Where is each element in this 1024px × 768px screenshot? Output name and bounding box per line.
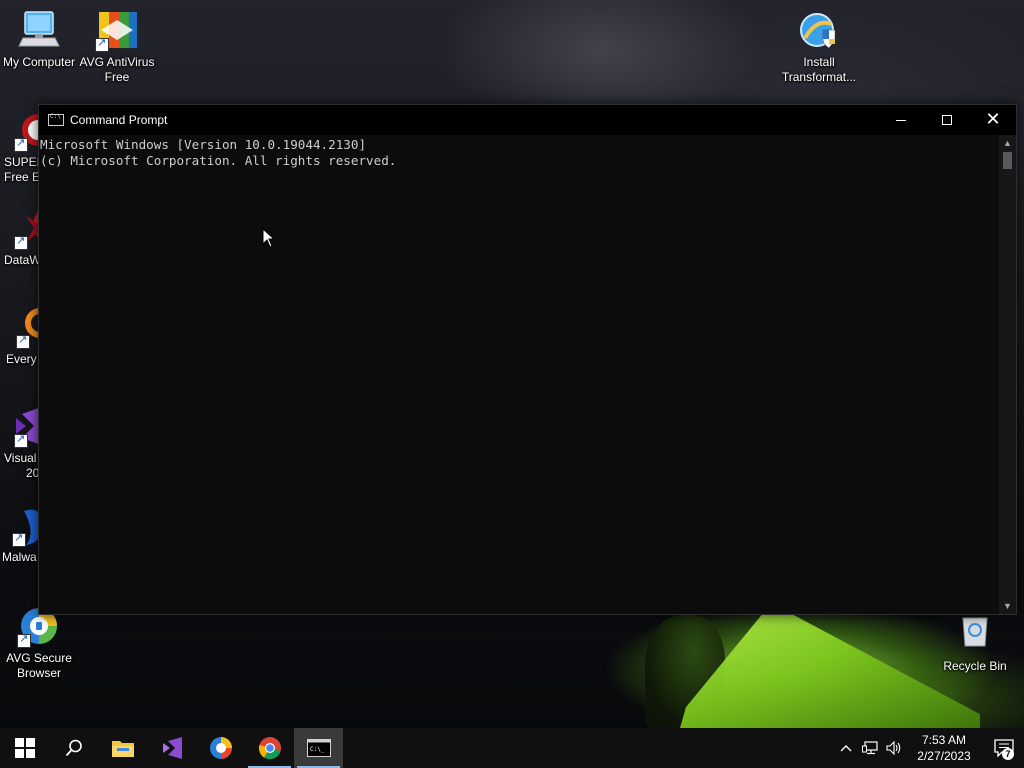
- avg-antivirus-icon: [95, 8, 139, 52]
- desktop-icon-label: AVG AntiVirus Free: [79, 55, 155, 84]
- desktop-icon-label: Malwa: [2, 550, 37, 564]
- maximize-button[interactable]: [924, 105, 970, 135]
- search-icon: [65, 739, 82, 757]
- console-line: (c) Microsoft Corporation. All rights re…: [40, 153, 397, 168]
- taskbar-chrome[interactable]: [245, 728, 294, 768]
- taskbar-file-explorer[interactable]: [98, 728, 147, 768]
- minimize-icon: [896, 119, 906, 121]
- svg-text:C:\_: C:\_: [310, 746, 325, 753]
- wallpaper-tent: [680, 612, 980, 728]
- taskbar-avg-secure-browser[interactable]: [196, 728, 245, 768]
- shortcut-arrow-icon: [12, 531, 26, 547]
- desktop-icon-label: Install Transformat...: [781, 55, 857, 84]
- clock-time: 7:53 AM: [921, 733, 967, 747]
- folder-icon: [111, 741, 134, 757]
- taskbar-visual-studio[interactable]: [147, 728, 196, 768]
- taskbar: C:\_ 7:53 AM 2/27/2023 7: [0, 728, 1024, 768]
- desktop-icon-my-computer[interactable]: My Computer: [0, 8, 78, 70]
- title-bar[interactable]: Command Prompt ✕: [39, 105, 1016, 135]
- shortcut-arrow-icon: [16, 333, 30, 349]
- volume-button[interactable]: [882, 728, 906, 768]
- clock-button[interactable]: 7:53 AM 2/27/2023: [910, 732, 978, 764]
- desktop-icon-avg-antivirus[interactable]: AVG AntiVirus Free: [78, 8, 156, 85]
- cmd-icon: [48, 113, 64, 126]
- taskbar-command-prompt[interactable]: C:\_: [294, 728, 343, 768]
- scroll-thumb[interactable]: [1003, 152, 1012, 169]
- window-title: Command Prompt: [70, 113, 168, 127]
- minimize-button[interactable]: [878, 105, 924, 135]
- desktop-icon-avg-secure-browser[interactable]: AVG Secure Browser: [0, 604, 78, 681]
- shortcut-arrow-icon: [95, 36, 109, 52]
- desktop-icon-label: Visual: [4, 451, 37, 465]
- avg-browser-icon: [209, 737, 232, 759]
- desktop-icon-label: Recycle Bin: [943, 659, 1007, 673]
- desktop-icon-malwarebytes[interactable]: Malwa: [2, 503, 42, 565]
- desktop-icon-label: 20: [26, 466, 40, 480]
- maximize-icon: [942, 115, 952, 125]
- shortcut-arrow-icon: [14, 136, 28, 152]
- clock-date: 2/27/2023: [917, 749, 971, 763]
- monitor-icon: [17, 8, 61, 52]
- shortcut-arrow-icon: [14, 432, 28, 448]
- desktop-icon-label: My Computer: [2, 55, 76, 69]
- system-tray: 7:53 AM 2/27/2023 7: [834, 728, 1024, 768]
- console-output[interactable]: Microsoft Windows [Version 10.0.19044.21…: [39, 135, 1000, 614]
- desktop-icon-label: Free E: [4, 170, 41, 184]
- desktop-icon-recycle-bin[interactable]: Recycle Bin: [936, 612, 1014, 674]
- network-icon: [862, 741, 878, 755]
- command-prompt-window[interactable]: Command Prompt ✕ Microsoft Windows [Vers…: [38, 104, 1017, 615]
- chevron-up-icon: [840, 745, 852, 752]
- action-center-button[interactable]: 7: [984, 728, 1024, 768]
- network-button[interactable]: [858, 728, 882, 768]
- visual-studio-icon: [162, 737, 182, 759]
- speaker-icon: [886, 741, 901, 755]
- windows-start-icon: [14, 738, 35, 758]
- cmd-icon: C:\_: [306, 739, 331, 757]
- vertical-scrollbar[interactable]: ▲ ▼: [999, 135, 1016, 614]
- scroll-down-arrow[interactable]: ▼: [999, 598, 1016, 614]
- installer-icon: [797, 8, 841, 52]
- desktop-icon-label: Every: [6, 352, 37, 366]
- notification-count-badge: 7: [1002, 748, 1014, 760]
- desktop-icon-label: DataW: [4, 253, 41, 267]
- desktop-icon-install-transformat[interactable]: Install Transformat...: [780, 8, 858, 85]
- start-button[interactable]: [0, 728, 49, 768]
- chrome-icon: [258, 737, 281, 760]
- recycle-bin-icon: [953, 612, 997, 656]
- shortcut-arrow-icon: [17, 632, 31, 648]
- close-button[interactable]: ✕: [970, 105, 1016, 135]
- scroll-up-arrow[interactable]: ▲: [999, 135, 1016, 151]
- console-line: Microsoft Windows [Version 10.0.19044.21…: [40, 137, 367, 152]
- show-hidden-icons-button[interactable]: [834, 728, 858, 768]
- malwarebytes-icon: [2, 503, 42, 547]
- search-button[interactable]: [49, 728, 98, 768]
- close-icon: ✕: [985, 109, 1001, 130]
- desktop-icon-label: AVG Secure Browser: [6, 651, 72, 680]
- shortcut-arrow-icon: [14, 234, 28, 250]
- mouse-cursor-icon: [262, 228, 276, 248]
